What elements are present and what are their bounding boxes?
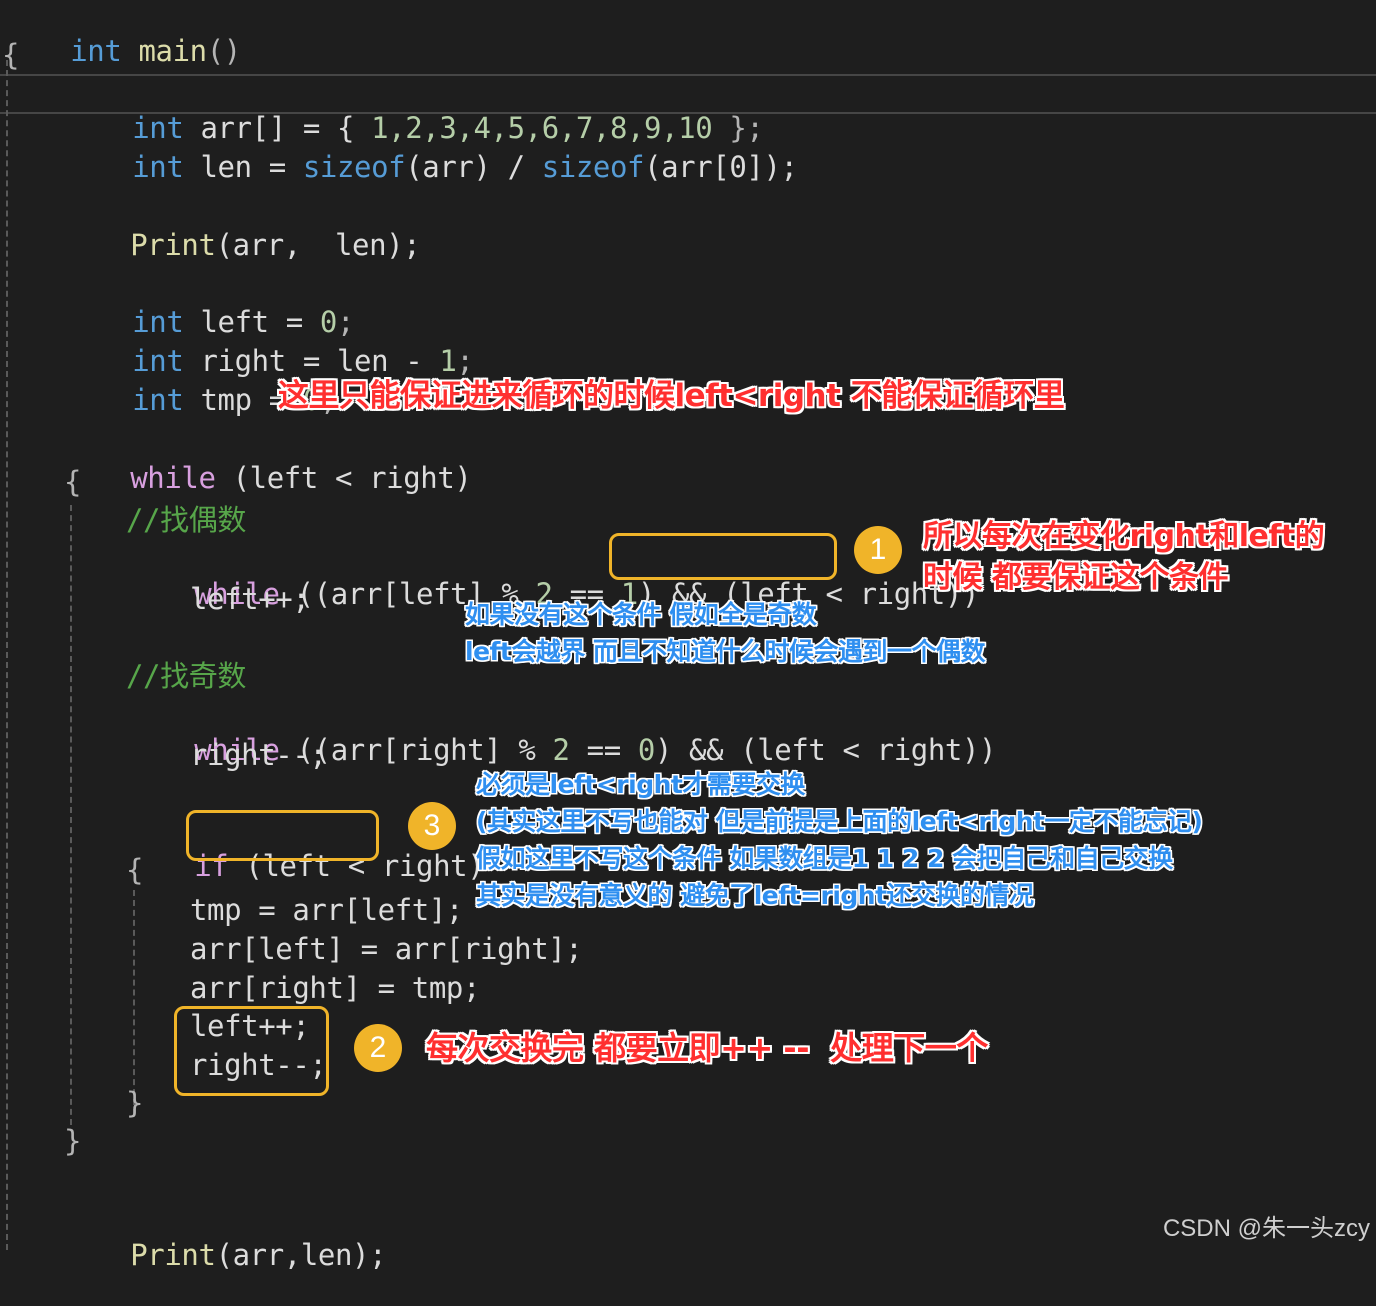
code-text: (arr, len); <box>215 228 421 262</box>
number-literal: 0 <box>637 733 655 767</box>
badge-2: 2 <box>354 1024 402 1072</box>
badge-1: 1 <box>854 526 902 574</box>
annotation-blue-3b: (其实这里不写也能对 但是前提是上面的left<right一定不能忘记) <box>476 807 1203 836</box>
code-text: ) && (left < right)) <box>654 733 997 767</box>
code-line[interactable]: left++; <box>190 582 310 616</box>
annotation-blue-3d: 其实是没有意义的 避免了left=right还交换的情况 <box>476 881 1034 910</box>
annotation-blue-3c: 假如这里不写这个条件 如果数组是1 1 2 2 会把自己和自己交换 <box>476 844 1173 873</box>
indent-guide <box>70 505 72 1125</box>
code-text: (arr) / <box>405 150 542 184</box>
code-line[interactable]: Print(arr,len); <box>62 1204 386 1306</box>
annotation-blue-3a: 必须是left<right才需要交换 <box>476 770 805 799</box>
annotation-blue-1a: 如果没有这个条件 假如全是奇数 <box>465 600 817 629</box>
code-line[interactable]: arr[right] = tmp; <box>190 971 480 1005</box>
indent-guide <box>6 60 8 1250</box>
code-text: ; <box>456 344 474 378</box>
function-name: Print <box>130 228 216 262</box>
badge-3: 3 <box>408 802 456 850</box>
keyword: int <box>132 383 184 417</box>
keyword: int <box>70 34 122 68</box>
code-comment[interactable]: //找偶数 <box>126 503 246 537</box>
code-line[interactable]: } <box>126 1086 143 1120</box>
keyword: int <box>132 150 184 184</box>
watermark: CSDN @朱一头zcy <box>1162 1215 1370 1242</box>
code-text: == <box>569 733 638 767</box>
code-line[interactable]: tmp = arr[left]; <box>190 893 463 927</box>
function-name: Print <box>130 1238 216 1272</box>
highlight-box-3 <box>186 810 379 861</box>
indent-guide <box>133 890 135 1115</box>
highlight-box-2 <box>174 1006 329 1096</box>
annotation-right-line1: 所以每次在变化right和left的 <box>923 519 1325 554</box>
number-literal: 2 <box>552 733 570 767</box>
control-keyword: while <box>130 461 216 495</box>
code-line[interactable]: arr[left] = arr[right]; <box>190 932 583 966</box>
code-line[interactable]: right--; <box>190 738 327 772</box>
code-editor[interactable]: int main() { int arr[] = { 1,2,3,4,5,6,7… <box>0 0 1376 1272</box>
code-text: (left < right) <box>215 461 472 495</box>
keyword: sizeof <box>541 150 645 184</box>
code-text: (arr,len); <box>215 1238 387 1272</box>
code-text: () <box>206 34 242 68</box>
annotation-blue-1b: left会越界 而且不知道什么时候会遇到一个偶数 <box>465 637 986 666</box>
annotation-bottom: 每次交换完 都要立即++ -- 处理下一个 <box>426 1029 988 1067</box>
code-line[interactable]: } <box>64 1124 81 1158</box>
code-line[interactable]: { <box>126 853 143 887</box>
annotation-right-line2: 时候 都要保证这个条件 <box>923 560 1228 595</box>
annotation-top: 这里只能保证进来循环的时候left<right 不能保证循环里 <box>278 378 1065 414</box>
keyword: sizeof <box>302 150 406 184</box>
code-line[interactable]: { <box>64 465 81 499</box>
code-text: (arr[0]); <box>644 150 798 184</box>
code-line[interactable]: { <box>2 38 19 72</box>
code-line[interactable]: while (left < right) <box>62 427 472 529</box>
function-name: main <box>138 34 208 68</box>
code-comment[interactable]: //找奇数 <box>126 659 246 693</box>
number-literal: 1 <box>439 344 457 378</box>
highlight-box-1 <box>609 533 837 580</box>
code-text: len = <box>200 150 303 184</box>
